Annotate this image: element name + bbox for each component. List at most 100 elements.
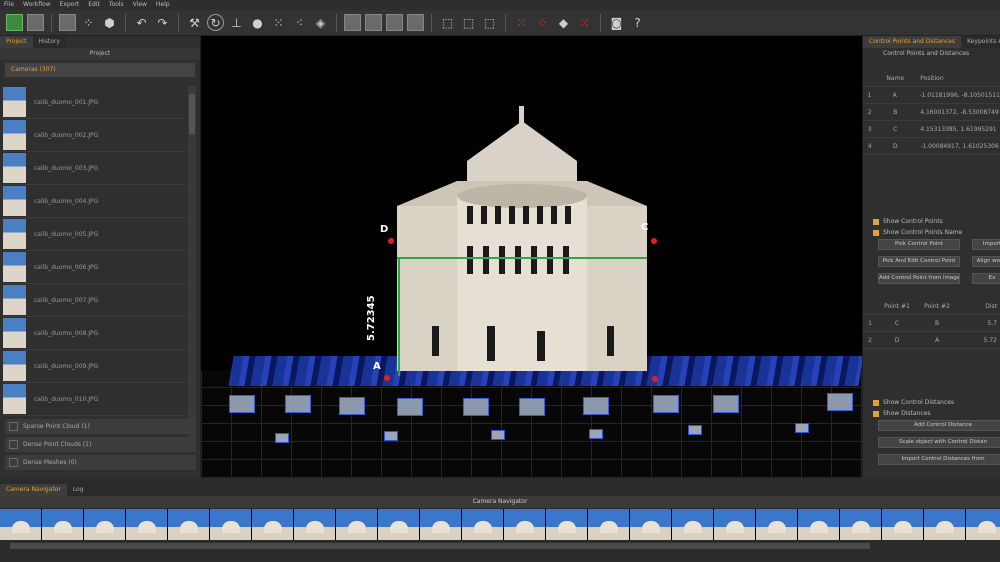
camera-frustum[interactable] <box>795 423 809 433</box>
tab-project[interactable]: Project <box>0 36 33 48</box>
dense-mesh-group[interactable]: Dense Meshes (0) <box>5 455 196 470</box>
camera-frustum[interactable] <box>275 433 289 443</box>
camera-frame-thumbnail[interactable] <box>210 509 252 540</box>
control-point-b[interactable] <box>652 376 658 382</box>
list-item[interactable]: calib_duomo_006.JPG <box>3 251 186 284</box>
camera-frame-thumbnail[interactable] <box>672 509 714 540</box>
camera-frame-thumbnail[interactable] <box>966 509 1000 540</box>
redo-icon[interactable]: ↷ <box>154 14 171 31</box>
camera-frame-thumbnail[interactable] <box>462 509 504 540</box>
tab-log[interactable]: Log <box>67 484 90 496</box>
dense-icon[interactable]: ⁙ <box>270 14 287 31</box>
table-row[interactable]: 2 B 4.16001372, -8.53008749 <box>863 104 1000 121</box>
select2-icon[interactable]: ⬚ <box>460 14 477 31</box>
render2-icon[interactable] <box>365 14 382 31</box>
camera-frustum[interactable] <box>229 395 255 413</box>
camera-frustum[interactable] <box>384 431 398 441</box>
table-row[interactable]: 1 A -1.01181996, -8.10501511 <box>863 87 1000 104</box>
camera-frustum[interactable] <box>688 425 702 435</box>
camera-frame-thumbnail[interactable] <box>630 509 672 540</box>
camera-frame-thumbnail[interactable] <box>546 509 588 540</box>
screenshot-icon[interactable]: ◙ <box>608 14 625 31</box>
camera-frustum[interactable] <box>339 397 365 415</box>
cp4-icon[interactable]: ⁙ <box>576 14 593 31</box>
camera-frustum[interactable] <box>285 395 311 413</box>
camera-frustum[interactable] <box>713 395 739 413</box>
table-row[interactable]: 1 C B 5.7 <box>863 315 1000 332</box>
cube-icon[interactable]: ◈ <box>312 14 329 31</box>
camera-frame-thumbnail[interactable] <box>336 509 378 540</box>
menu-view[interactable]: View <box>133 0 147 10</box>
list-item[interactable]: calib_duomo_010.JPG <box>3 383 186 416</box>
add-control-distance-button[interactable]: Add Control Distance <box>878 420 1000 431</box>
cp1-icon[interactable]: ⁙ <box>513 14 530 31</box>
tab-control-points[interactable]: Control Points and Distances <box>863 36 962 48</box>
list-item[interactable]: calib_duomo_005.JPG <box>3 218 186 251</box>
render3-icon[interactable] <box>386 14 403 31</box>
undo-icon[interactable]: ↶ <box>133 14 150 31</box>
list-item[interactable]: calib_duomo_003.JPG <box>3 152 186 185</box>
show-control-points-checkbox[interactable]: Show Control Points <box>863 216 1000 227</box>
cameras-group[interactable]: Cameras (307) <box>5 63 195 77</box>
import-button[interactable]: Import <box>972 239 1000 250</box>
mesh-icon[interactable]: ⬢ <box>101 14 118 31</box>
light-icon[interactable]: ● <box>249 14 266 31</box>
rotate-icon[interactable]: ↻ <box>207 14 224 31</box>
sparse-icon[interactable]: ⁖ <box>291 14 308 31</box>
camera-frame-thumbnail[interactable] <box>252 509 294 540</box>
select3-icon[interactable]: ⬚ <box>481 14 498 31</box>
tools-icon[interactable]: ⚒ <box>186 14 203 31</box>
show-control-points-name-checkbox[interactable]: Show Control Points Name <box>863 227 1000 238</box>
list-item[interactable]: calib_duomo_002.JPG <box>3 119 186 152</box>
render1-icon[interactable] <box>344 14 361 31</box>
camera-frustum[interactable] <box>653 395 679 413</box>
select1-icon[interactable]: ⬚ <box>439 14 456 31</box>
3d-viewport[interactable]: D C A 5.72345 <box>201 36 862 478</box>
add-control-point-from-images-button[interactable]: Add Control Point from images <box>878 273 960 284</box>
scrollbar-thumb[interactable] <box>10 543 870 549</box>
camera-frame-thumbnail[interactable] <box>420 509 462 540</box>
pick-edit-control-point-button[interactable]: Pick And Edit Control Point <box>878 256 960 267</box>
axis-icon[interactable]: ⊥ <box>228 14 245 31</box>
help-icon[interactable]: ? <box>629 14 646 31</box>
points-icon[interactable]: ⁘ <box>80 14 97 31</box>
import-control-distances-button[interactable]: Import Control Distances from <box>878 454 1000 465</box>
menu-help[interactable]: Help <box>156 0 170 10</box>
camera-frustum[interactable] <box>491 430 505 440</box>
camera-frame-thumbnail[interactable] <box>756 509 798 540</box>
camera-frame-thumbnail[interactable] <box>924 509 966 540</box>
render4-icon[interactable] <box>407 14 424 31</box>
camera-frame-thumbnail[interactable] <box>798 509 840 540</box>
camera-frustum[interactable] <box>463 398 489 416</box>
export-button[interactable]: Ex <box>972 273 1000 284</box>
list-item[interactable]: calib_duomo_008.JPG <box>3 317 186 350</box>
camera-frame-thumbnail[interactable] <box>42 509 84 540</box>
control-point-d[interactable] <box>388 238 394 244</box>
table-row[interactable]: 4 D -1.00084917, 1.61025306 <box>863 138 1000 155</box>
align-world-button[interactable]: Align world <box>972 256 1000 267</box>
camera-frame-thumbnail[interactable] <box>882 509 924 540</box>
tab-history[interactable]: History <box>32 36 66 48</box>
scale-object-button[interactable]: Scale object with Control Distan <box>878 437 1000 448</box>
menu-tools[interactable]: Tools <box>109 0 124 10</box>
camera-frame-thumbnail[interactable] <box>840 509 882 540</box>
control-point-a[interactable] <box>384 375 390 381</box>
camera-frame-thumbnail[interactable] <box>126 509 168 540</box>
show-control-distances-checkbox[interactable]: Show Control Distances <box>863 397 1000 408</box>
pick-control-point-button[interactable]: Pick Control Point <box>878 239 960 250</box>
camera-frame-thumbnail[interactable] <box>84 509 126 540</box>
cp2-icon[interactable]: ⁘ <box>534 14 551 31</box>
control-point-c[interactable] <box>651 238 657 244</box>
menu-edit[interactable]: Edit <box>88 0 100 10</box>
save-icon[interactable] <box>27 14 44 31</box>
camera-frame-thumbnail[interactable] <box>168 509 210 540</box>
camera-frame-thumbnail[interactable] <box>504 509 546 540</box>
show-distances-checkbox[interactable]: Show Distances <box>863 408 1000 419</box>
camera-frustum[interactable] <box>583 397 609 415</box>
filmstrip-scrollbar[interactable] <box>0 541 1000 551</box>
menu-file[interactable]: File <box>4 0 14 10</box>
list-item[interactable]: calib_duomo_004.JPG <box>3 185 186 218</box>
camera-frustum[interactable] <box>519 398 545 416</box>
list-item[interactable]: calib_duomo_009.JPG <box>3 350 186 383</box>
dense-point-cloud-group[interactable]: Dense Point Clouds (1) <box>5 437 196 452</box>
